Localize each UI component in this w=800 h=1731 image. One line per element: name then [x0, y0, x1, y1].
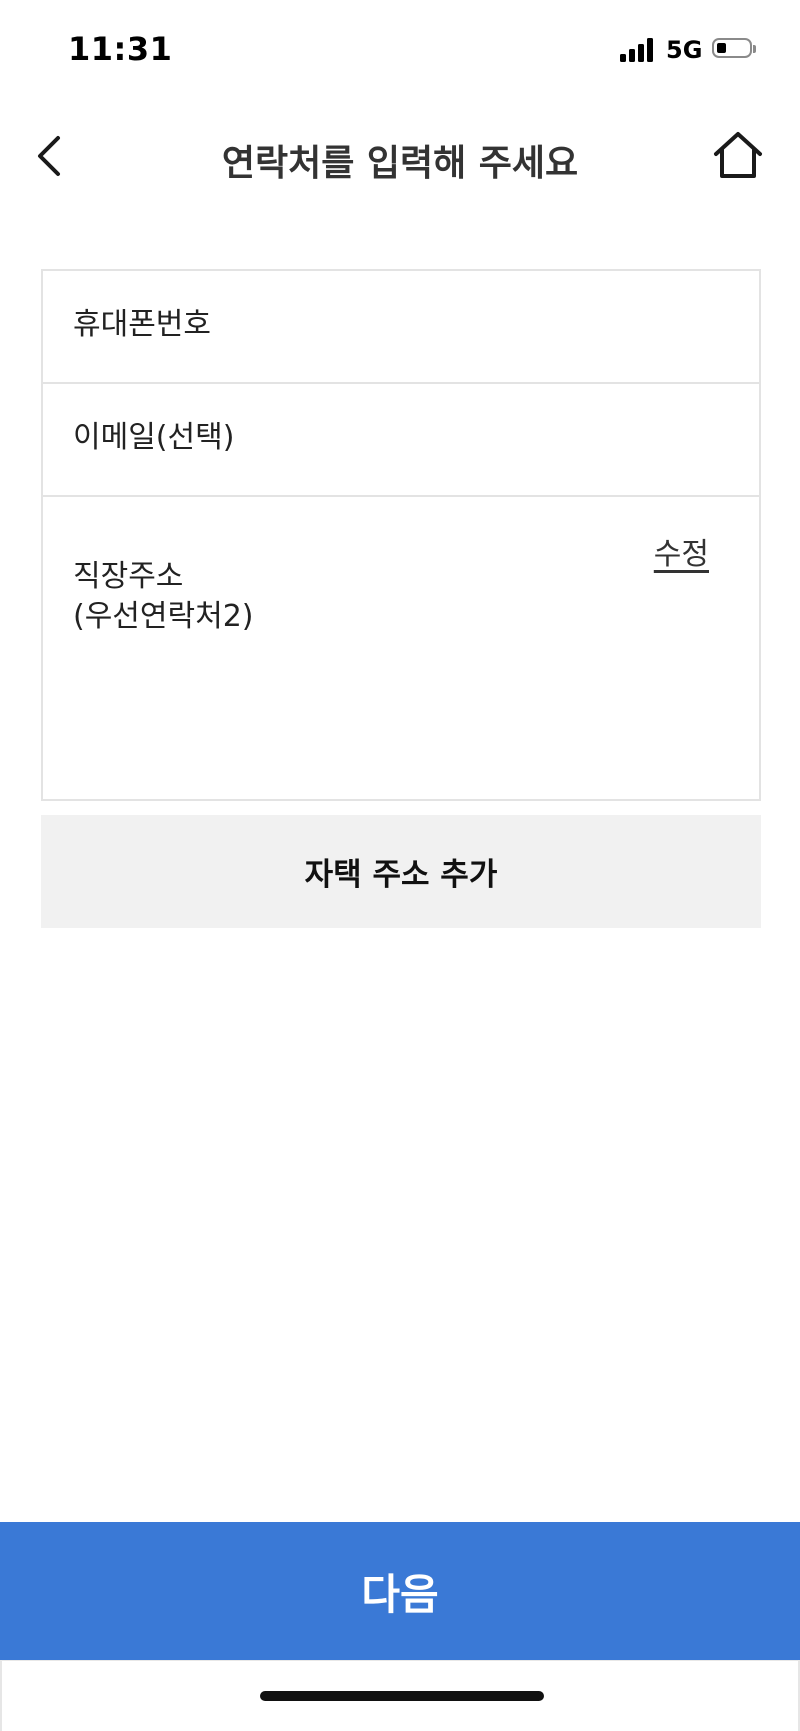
- contact-form: 휴대폰번호 이메일(선택) 직장주소 (우선연락처2) 수정: [41, 269, 761, 801]
- battery-icon: [712, 38, 756, 60]
- contact-info-screen: 11:31 5G 연락처를 입력해 주세요 휴대폰번호 이메일(선택) 직장주소…: [0, 0, 800, 1731]
- status-time: 11:31: [68, 30, 173, 68]
- home-icon: [714, 132, 762, 178]
- phone-label: 휴대폰번호: [73, 307, 211, 342]
- header: 연락처를 입력해 주세요: [0, 110, 800, 210]
- phone-field-row[interactable]: 휴대폰번호: [43, 271, 759, 384]
- work-address-label-line1: 직장주소: [73, 559, 184, 594]
- next-button[interactable]: 다음: [0, 1522, 800, 1660]
- email-label: 이메일(선택): [73, 420, 235, 455]
- home-indicator[interactable]: [260, 1691, 544, 1701]
- battery-level: [717, 43, 726, 53]
- edit-address-link[interactable]: 수정: [654, 529, 709, 573]
- home-indicator-area: [0, 1660, 800, 1731]
- email-field-row[interactable]: 이메일(선택): [43, 384, 759, 497]
- signal-strength-icon: [620, 38, 656, 62]
- home-button[interactable]: [706, 124, 770, 188]
- work-address-row: 직장주소 (우선연락처2) 수정: [43, 497, 759, 799]
- work-address-label: 직장주소 (우선연락처2): [73, 557, 254, 637]
- add-home-address-button[interactable]: 자택 주소 추가: [41, 815, 761, 928]
- page-title: 연락처를 입력해 주세요: [221, 143, 579, 184]
- status-bar: 11:31 5G: [0, 0, 800, 100]
- work-address-label-line2: (우선연락처2): [73, 599, 254, 634]
- network-type: 5G: [666, 36, 703, 64]
